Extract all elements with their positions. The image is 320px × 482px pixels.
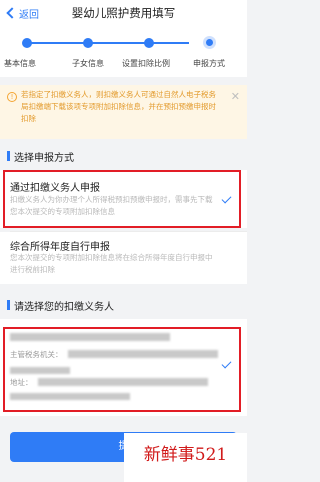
- step-label-3: 设置扣除比例: [122, 59, 170, 68]
- option-title: 综合所得年度自行申报: [10, 242, 110, 253]
- nav-bar: 返回 婴幼儿照护费用填写: [0, 0, 247, 28]
- page-title: 婴幼儿照护费用填写: [71, 6, 176, 20]
- highlight-box: [3, 327, 241, 412]
- notice-text: 若指定了扣缴义务人，则扣缴义务人可通过自然人电子税务局扣缴端下载该项专项附加扣除…: [21, 90, 216, 123]
- section-header-method: 选择申报方式: [0, 143, 247, 169]
- warning-icon: !: [7, 92, 17, 102]
- option-self-declare[interactable]: 综合所得年度自行申报 您本次提交的专项附加扣除信息将在综合所得年度自行申报中进行…: [0, 232, 247, 284]
- section-accent-bar: [7, 300, 10, 310]
- watermark: 新鲜事521: [124, 433, 247, 482]
- step-dot-1: [22, 38, 32, 48]
- section-accent-bar: [7, 151, 10, 161]
- close-icon[interactable]: ✕: [231, 90, 240, 103]
- section-title-agent: 请选择您的扣缴义务人: [14, 302, 114, 313]
- step-label-1: 基本信息: [4, 59, 36, 68]
- option-desc: 您本次提交的专项附加扣除信息将在综合所得年度自行申报中进行税前扣除: [10, 253, 213, 274]
- step-label-4: 申报方式: [193, 59, 225, 68]
- highlight-box: [3, 170, 241, 228]
- section-title-method: 选择申报方式: [14, 153, 74, 164]
- section-header-agent: 请选择您的扣缴义务人: [0, 292, 247, 318]
- step-dot-4: [203, 36, 216, 49]
- step-dot-3: [144, 38, 154, 48]
- progress-steps: 基本信息 子女信息 设置扣除比例 申报方式: [0, 28, 247, 77]
- step-dot-2: [83, 38, 93, 48]
- step-label-2: 子女信息: [72, 59, 104, 68]
- app-screen: 返回 婴幼儿照护费用填写 基本信息 子女信息 设置扣除比例 申报方式 ! 若指定…: [0, 0, 247, 482]
- step-connector: [27, 42, 189, 44]
- notice-banner: ! 若指定了扣缴义务人，则扣缴义务人可通过自然人电子税务局扣缴端下载该项专项附加…: [0, 85, 247, 139]
